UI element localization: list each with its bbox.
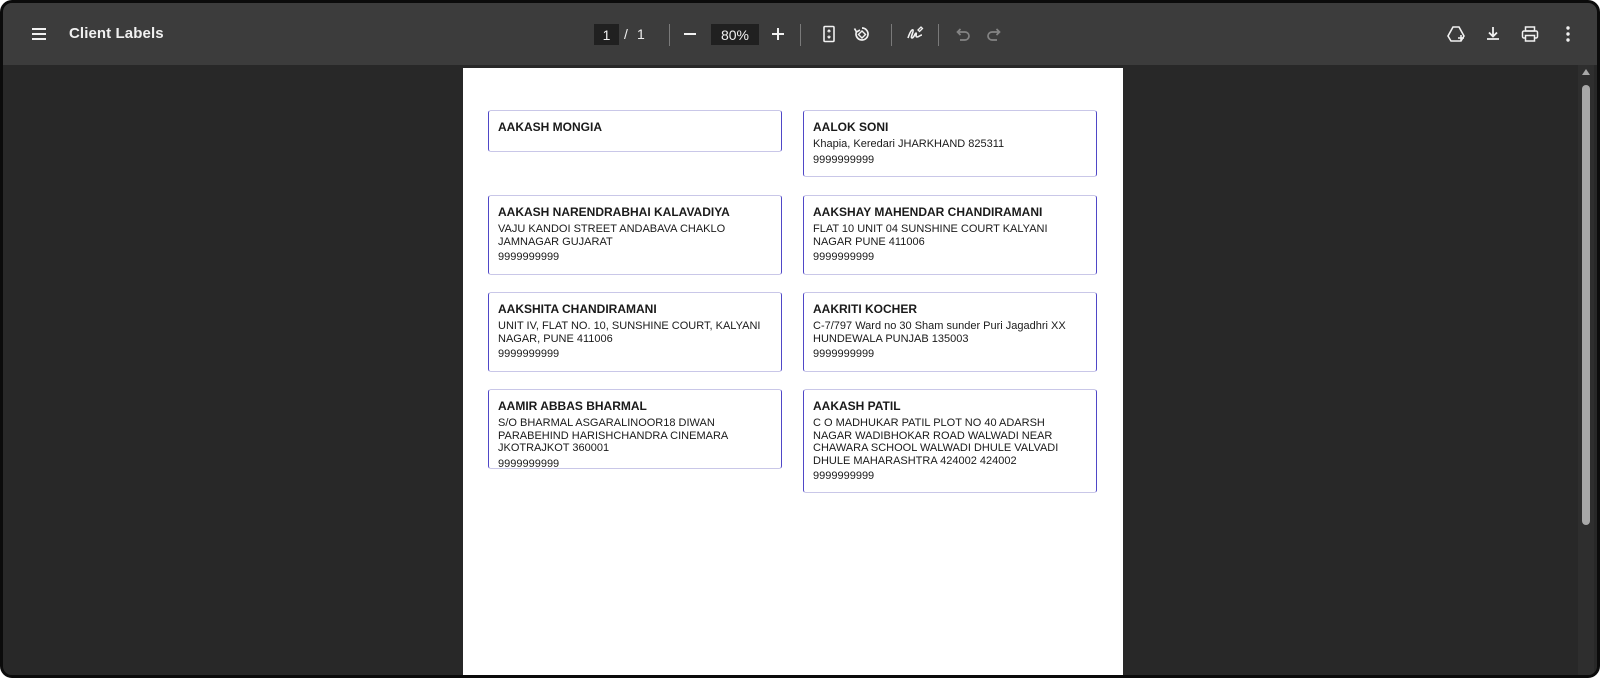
menu-icon[interactable] — [26, 21, 52, 47]
page-separator: / — [624, 26, 628, 42]
page-total: 1 — [637, 26, 645, 42]
download-icon[interactable] — [1480, 21, 1506, 47]
label-phone: 9999999999 — [498, 457, 560, 470]
label-phone: 9999999999 — [813, 153, 875, 166]
more-icon[interactable] — [1555, 21, 1581, 47]
label-address: UNIT IV, FLAT NO. 10, SUNSHINE COURT, KA… — [498, 320, 761, 345]
pdf-page: AAKASH MONGIA AALOK SONI Khapia, Keredar… — [463, 68, 1123, 675]
save-to-drive-icon[interactable] — [1443, 21, 1469, 47]
label-phone: 9999999999 — [813, 470, 875, 482]
scroll-up-arrow-icon[interactable] — [1582, 69, 1590, 75]
label-address: C-7/797 Ward no 30 Sham sunder Puri Jaga… — [813, 320, 1066, 345]
document-title: Client Labels — [69, 25, 164, 42]
scrollbar-thumb[interactable] — [1582, 85, 1590, 525]
print-icon[interactable] — [1517, 21, 1543, 47]
toolbar-divider — [669, 24, 670, 46]
label-name: AAKSHAY MAHENDAR CHANDIRAMANI — [813, 205, 1043, 219]
label-name: AAKASH PATIL — [813, 399, 901, 413]
toolbar: Client Labels / 1 — [3, 3, 1597, 65]
zoom-in-icon[interactable] — [765, 21, 791, 47]
rotate-icon[interactable] — [849, 21, 875, 47]
label-name: AAKRITI KOCHER — [813, 302, 917, 316]
document-viewer[interactable]: AAKASH MONGIA AALOK SONI Khapia, Keredar… — [3, 65, 1597, 675]
address-label: AAKSHAY MAHENDAR CHANDIRAMANI FLAT 10 UN… — [803, 195, 1097, 275]
toolbar-divider — [891, 24, 892, 46]
annotate-icon[interactable] — [902, 21, 928, 47]
pdf-viewer-window: Client Labels / 1 — [0, 0, 1600, 678]
label-address: S/O BHARMAL ASGARALINOOR18 DIWAN PARABEH… — [498, 417, 728, 454]
undo-icon[interactable] — [949, 21, 975, 47]
toolbar-divider — [938, 24, 939, 46]
label-name: AAKASH MONGIA — [498, 120, 602, 134]
fit-page-icon[interactable] — [816, 21, 842, 47]
label-address: C O MADHUKAR PATIL PLOT NO 40 ADARSH NAG… — [813, 417, 1059, 467]
address-label: AAKRITI KOCHER C-7/797 Ward no 30 Sham s… — [803, 292, 1097, 372]
address-label: AAKASH MONGIA — [488, 110, 782, 152]
label-address: VAJU KANDOI STREET ANDABAVA CHAKLO JAMNA… — [498, 223, 726, 248]
vertical-scrollbar[interactable] — [1578, 65, 1594, 675]
label-name: AALOK SONI — [813, 120, 889, 134]
zoom-input[interactable] — [711, 24, 759, 45]
toolbar-divider — [800, 24, 801, 46]
redo-icon[interactable] — [982, 21, 1008, 47]
label-name: AAKSHITA CHANDIRAMANI — [498, 302, 657, 316]
address-label: AAKASH NARENDRABHAI KALAVADIYA VAJU KAND… — [488, 195, 782, 275]
label-phone: 9999999999 — [813, 348, 875, 360]
label-address: FLAT 10 UNIT 04 SUNSHINE COURT KALYANI N… — [813, 223, 1048, 248]
address-label: AAMIR ABBAS BHARMAL S/O BHARMAL ASGARALI… — [488, 389, 782, 470]
label-name: AAMIR ABBAS BHARMAL — [498, 399, 647, 413]
label-phone: 9999999999 — [498, 251, 560, 263]
label-address: Khapia, Keredari JHARKHAND 825311 — [813, 138, 1005, 150]
address-label: AAKSHITA CHANDIRAMANI UNIT IV, FLAT NO. … — [488, 292, 782, 372]
address-label: AALOK SONI Khapia, Keredari JHARKHAND 82… — [803, 110, 1097, 177]
zoom-out-icon[interactable] — [677, 21, 703, 47]
label-phone: 9999999999 — [813, 251, 875, 263]
label-phone: 9999999999 — [498, 348, 560, 360]
address-label: AAKASH PATIL C O MADHUKAR PATIL PLOT NO … — [803, 389, 1097, 493]
page-number-input[interactable] — [594, 24, 619, 45]
label-name: AAKASH NARENDRABHAI KALAVADIYA — [498, 205, 730, 219]
